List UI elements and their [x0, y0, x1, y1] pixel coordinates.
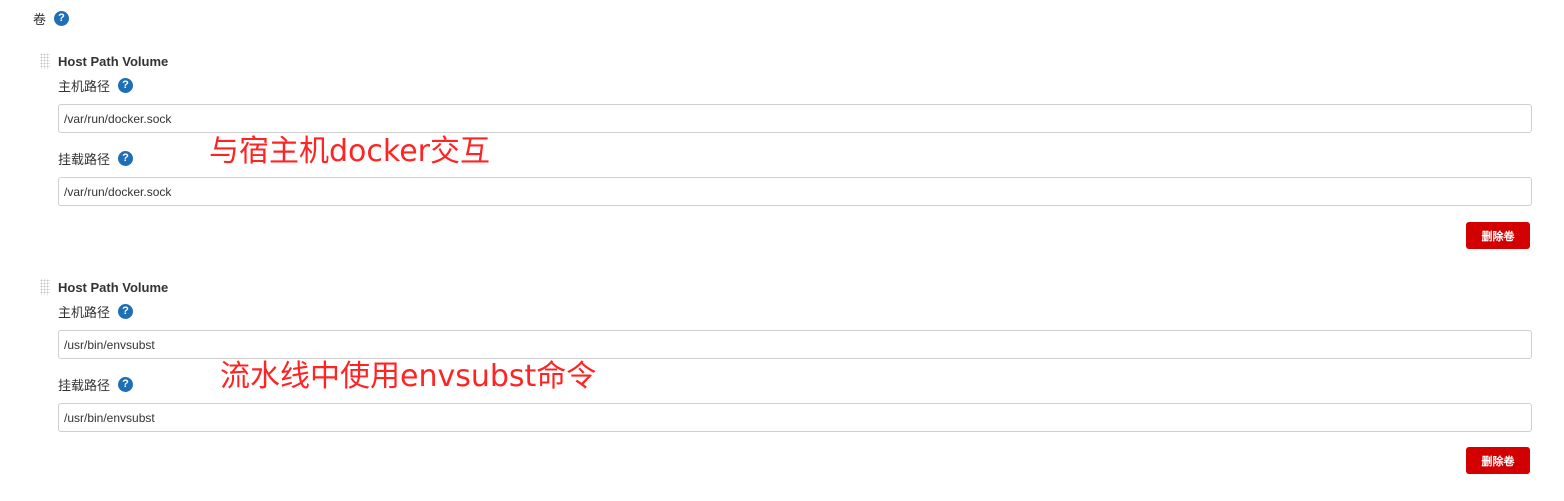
- mount-path-label-text: 挂载路径: [58, 378, 111, 393]
- host-path-label-text: 主机路径: [58, 79, 111, 94]
- volume-title: Host Path Volume: [58, 54, 169, 69]
- help-icon[interactable]: ?: [118, 304, 134, 319]
- annotation-docker-interaction: 与宿主机docker交互: [209, 134, 490, 169]
- help-icon[interactable]: ?: [118, 377, 134, 392]
- host-path-label: 主机路径 ?: [58, 76, 134, 95]
- host-path-label-text: 主机路径: [58, 305, 111, 320]
- help-icon[interactable]: ?: [54, 11, 70, 26]
- volumes-config-panel: 卷 ? Host Path Volume 主机路径 ? 挂载路径 ? 删除卷 H…: [0, 0, 1564, 501]
- host-path-label: 主机路径 ?: [58, 302, 134, 321]
- volumes-section-title: 卷: [33, 12, 47, 27]
- mount-path-label-text: 挂载路径: [58, 152, 111, 167]
- drag-handle-icon[interactable]: [40, 279, 50, 295]
- mount-path-input[interactable]: [58, 403, 1532, 432]
- volume-title: Host Path Volume: [58, 280, 169, 295]
- help-icon[interactable]: ?: [118, 151, 134, 166]
- mount-path-label: 挂载路径 ?: [58, 375, 134, 394]
- volumes-section-header: 卷 ?: [33, 9, 70, 28]
- annotation-envsubst-command: 流水线中使用envsubst命令: [220, 359, 597, 394]
- mount-path-input[interactable]: [58, 177, 1532, 206]
- host-path-input[interactable]: [58, 104, 1532, 133]
- delete-volume-button[interactable]: 删除卷: [1466, 447, 1530, 474]
- mount-path-label: 挂载路径 ?: [58, 149, 134, 168]
- host-path-input[interactable]: [58, 330, 1532, 359]
- help-icon[interactable]: ?: [118, 78, 134, 93]
- drag-handle-icon[interactable]: [40, 53, 50, 69]
- delete-volume-button[interactable]: 删除卷: [1466, 222, 1530, 249]
